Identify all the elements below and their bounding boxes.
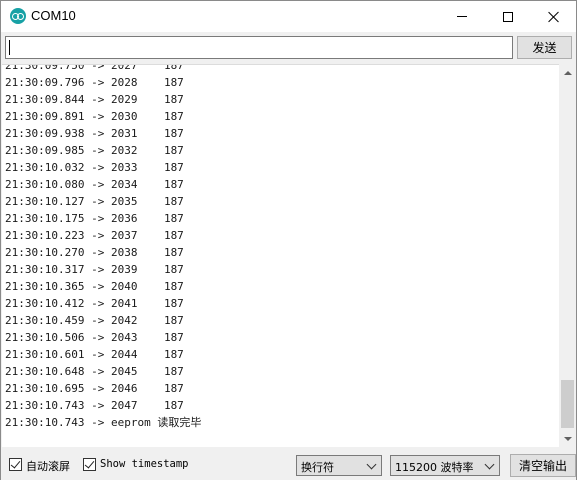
line-ending-select[interactable]: 换行符 bbox=[296, 455, 382, 476]
minimize-icon bbox=[457, 16, 467, 17]
close-button[interactable] bbox=[531, 1, 577, 32]
output-line: 21:30:09.891 -> 2030 187 bbox=[5, 110, 184, 123]
title-bar[interactable]: COM10 bbox=[1, 1, 576, 32]
output-line: 21:30:10.080 -> 2034 187 bbox=[5, 178, 184, 191]
clear-output-button[interactable]: 清空输出 bbox=[510, 454, 576, 477]
output-line: 21:30:10.412 -> 2041 187 bbox=[5, 297, 184, 310]
output-line: 21:30:10.601 -> 2044 187 bbox=[5, 348, 184, 361]
arrow-down-icon bbox=[563, 436, 572, 441]
timestamp-label[interactable]: Show timestamp bbox=[100, 458, 189, 470]
maximize-button[interactable] bbox=[485, 1, 531, 32]
serial-output[interactable]: 21:30:09.750 -> 2027 187 21:30:09.796 -> … bbox=[2, 64, 559, 447]
autoscroll-label[interactable]: 自动滚屏 bbox=[26, 458, 70, 474]
output-line: 21:30:09.750 -> 2027 187 bbox=[5, 64, 184, 72]
autoscroll-checkbox[interactable] bbox=[9, 458, 22, 471]
output-line: 21:30:09.985 -> 2032 187 bbox=[5, 144, 184, 157]
output-line: 21:30:10.743 -> 2047 187 bbox=[5, 399, 184, 412]
scroll-down-button[interactable] bbox=[559, 430, 576, 447]
arduino-icon bbox=[10, 8, 26, 24]
output-line: 21:30:10.743 -> eeprom 读取完毕 bbox=[5, 416, 202, 429]
output-line: 21:30:10.459 -> 2042 187 bbox=[5, 314, 184, 327]
arrow-up-icon bbox=[563, 70, 572, 75]
output-line: 21:30:10.270 -> 2038 187 bbox=[5, 246, 184, 259]
output-line: 21:30:10.175 -> 2036 187 bbox=[5, 212, 184, 225]
send-button[interactable]: 发送 bbox=[517, 36, 572, 59]
minimize-button[interactable] bbox=[439, 1, 485, 32]
output-line: 21:30:10.032 -> 2033 187 bbox=[5, 161, 184, 174]
chevron-down-icon bbox=[366, 459, 377, 470]
close-icon bbox=[548, 11, 560, 23]
output-line: 21:30:09.938 -> 2031 187 bbox=[5, 127, 184, 140]
output-line: 21:30:10.365 -> 2040 187 bbox=[5, 280, 184, 293]
output-line: 21:30:09.796 -> 2028 187 bbox=[5, 76, 184, 89]
output-line: 21:30:10.506 -> 2043 187 bbox=[5, 331, 184, 344]
output-line: 21:30:10.695 -> 2046 187 bbox=[5, 382, 184, 395]
output-line: 21:30:09.844 -> 2029 187 bbox=[5, 93, 184, 106]
vertical-scrollbar[interactable] bbox=[559, 64, 576, 447]
scroll-up-button[interactable] bbox=[559, 64, 576, 81]
baud-rate-value: 115200 波特率 bbox=[395, 461, 474, 474]
maximize-icon bbox=[503, 11, 513, 22]
output-line: 21:30:10.223 -> 2037 187 bbox=[5, 229, 184, 242]
line-ending-value: 换行符 bbox=[301, 461, 334, 474]
output-lines: 21:30:09.750 -> 2027 187 21:30:09.796 -> … bbox=[5, 64, 202, 431]
timestamp-checkbox[interactable] bbox=[83, 458, 96, 471]
output-line: 21:30:10.648 -> 2045 187 bbox=[5, 365, 184, 378]
scrollbar-thumb[interactable] bbox=[561, 380, 574, 428]
send-input[interactable] bbox=[5, 36, 513, 59]
footer-bar: 自动滚屏 Show timestamp 换行符 115200 波特率 清空输出 bbox=[1, 449, 576, 480]
baud-rate-select[interactable]: 115200 波特率 bbox=[390, 455, 500, 476]
text-caret bbox=[9, 40, 10, 55]
output-line: 21:30:10.127 -> 2035 187 bbox=[5, 195, 184, 208]
serial-monitor-window: COM10 发送 21:30:09.750 -> 2027 187 21:30:0… bbox=[0, 0, 577, 480]
window-title: COM10 bbox=[31, 8, 76, 23]
chevron-down-icon bbox=[484, 459, 495, 470]
output-line: 21:30:10.317 -> 2039 187 bbox=[5, 263, 184, 276]
